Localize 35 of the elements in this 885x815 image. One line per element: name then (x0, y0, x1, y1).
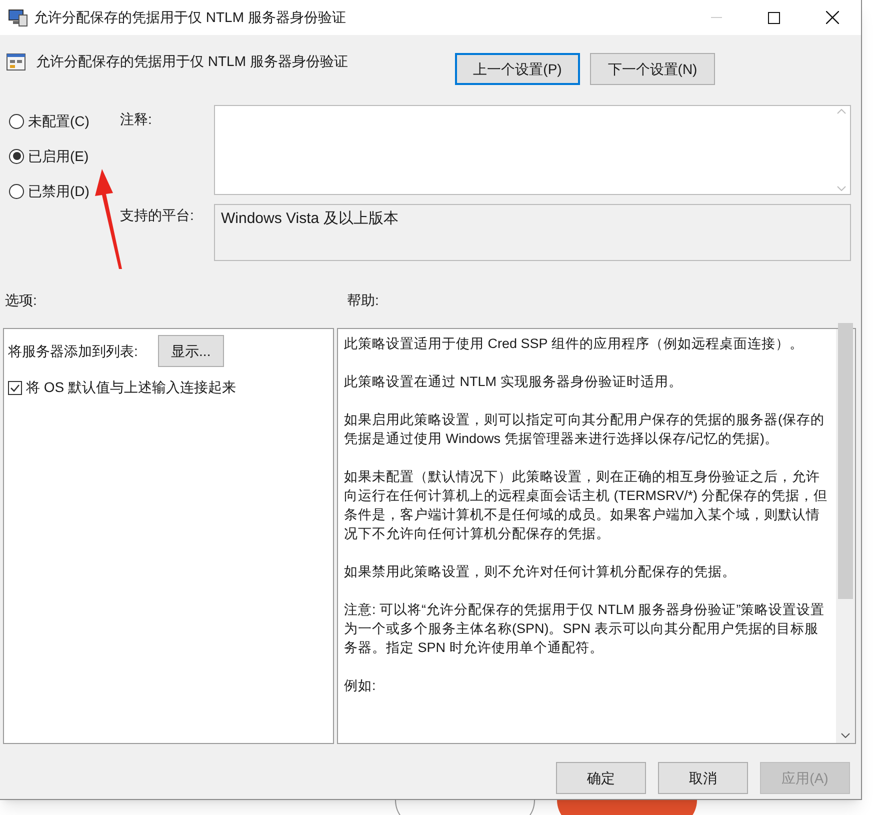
comment-field[interactable] (214, 105, 851, 195)
help-paragraph: 如果未配置（默认情况下）此策略设置，则在正确的相互身份验证之后，允许向运行在任何计算机上的远程桌面会话主机 (TERMSRV/*) 分配保存的凭据，但条件是，客户端计算机不是任何域的成员。如果客户端加入某个域，则默认情况下不允许向任何计算机分配保存的凭据。 (344, 468, 828, 543)
radio-option[interactable]: 已禁用(D) (9, 181, 120, 201)
field-label: 注释: (120, 110, 153, 129)
field-label: 支持的平台: (120, 206, 195, 225)
platform-field: Windows Vista 及以上版本 (214, 204, 851, 261)
scrollbar-thumb[interactable] (838, 323, 854, 599)
help-paragraph: 如果启用此策略设置，则可以指定可向其分配用户保存的凭据的服务器(保存的凭据是通过使用 Windows 凭据管理器来进行选择以保存/记忆的凭据)。 (344, 411, 826, 448)
section-label: 帮助: (347, 291, 379, 310)
radio-option[interactable]: 未配置(C) (9, 111, 120, 131)
previous-setting-button[interactable]: 上一个设置(P) (455, 53, 580, 85)
scroll-down-icon[interactable] (841, 733, 850, 738)
scroll-up-icon (837, 109, 846, 114)
window-title: 允许分配保存的凭据用于仅 NTLM 服务器身份验证 (34, 8, 346, 27)
policy-title: 允许分配保存的凭据用于仅 NTLM 服务器身份验证 (36, 52, 349, 71)
help-paragraph: 如果禁用此策略设置，则不允许对任何计算机分配保存的凭据。 (344, 563, 737, 581)
help-paragraph: 注意: 可以将“允许分配保存的凭据用于仅 NTLM 服务器身份验证”策略设置设置为一个或多个服务主体名称(SPN)。SPN 表示可以向其分配用户凭据的目标服务器。指定 SPN 时允许使用单个通配符。 (344, 601, 826, 657)
minimize-icon (710, 16, 722, 18)
help-paragraph: 例如: (344, 677, 377, 695)
ok-button[interactable]: 确定 (556, 762, 646, 794)
help-paragraph: 此策略设置适用于使用 Cred SSP 组件的应用程序（例如远程桌面连接）。 (344, 335, 804, 353)
maximize-icon (768, 12, 780, 24)
cancel-button[interactable]: 取消 (658, 762, 748, 794)
computer-icon (8, 8, 28, 26)
option-label: 将服务器添加到列表: (8, 342, 138, 360)
section-label: 选项: (5, 291, 38, 310)
policy-icon (6, 52, 26, 72)
show-button[interactable]: 显示... (158, 335, 224, 367)
checkmark-icon (10, 384, 20, 392)
checkbox-option[interactable]: 将 OS 默认值与上述输入连接起来 (8, 377, 333, 398)
close-icon (826, 11, 838, 24)
scroll-down-icon (837, 186, 846, 191)
radio-option[interactable]: 已启用(E) (9, 146, 120, 166)
help-paragraph: 此策略设置在通过 NTLM 实现服务器身份验证时适用。 (344, 373, 684, 391)
next-setting-button[interactable]: 下一个设置(N) (590, 53, 715, 85)
